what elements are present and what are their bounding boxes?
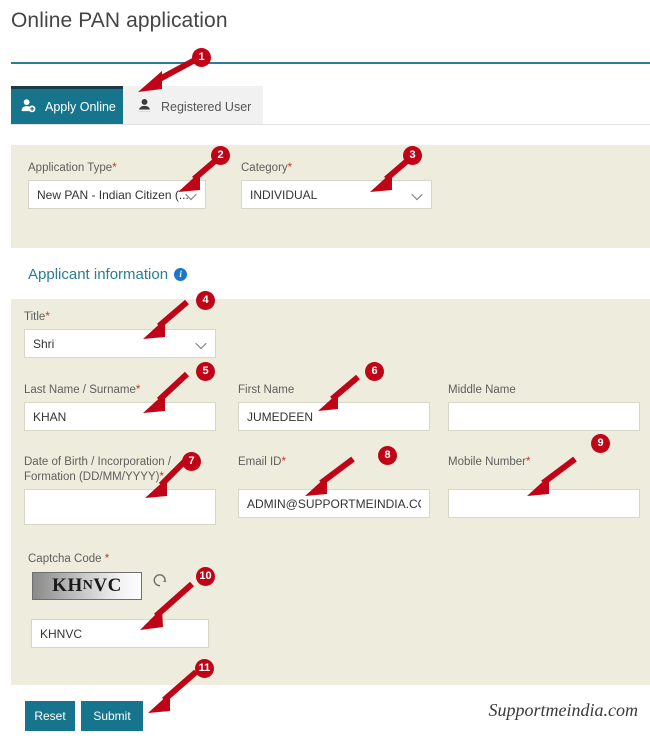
callout-badge-8: 8 — [378, 446, 397, 465]
captcha-label: Captcha Code * — [28, 553, 110, 565]
last-name-value: KHAN — [33, 409, 67, 424]
callout-badge-11: 11 — [195, 659, 214, 678]
tab-registered-user-label: Registered User — [161, 99, 252, 114]
header-divider — [11, 62, 650, 64]
callout-badge-7: 7 — [182, 452, 201, 471]
callout-badge-2: 2 — [211, 146, 230, 165]
field-middle-name-label: Middle Name — [448, 384, 516, 396]
tab-apply-online[interactable]: Apply Online — [11, 86, 123, 124]
watermark: Supportmeindia.com — [488, 700, 638, 720]
callout-arrow-4 — [125, 298, 205, 346]
page-title: Online PAN application — [11, 9, 228, 32]
captcha-image-text-part2: N — [82, 578, 94, 593]
title-value: Shri — [33, 336, 55, 351]
tab-underline — [11, 124, 650, 125]
callout-badge-10: 10 — [196, 567, 215, 586]
tab-bar: Apply Online Registered User — [11, 86, 650, 124]
field-middle-name: Middle Name — [448, 383, 640, 431]
callout-arrow-8 — [285, 455, 375, 503]
callout-badge-1: 1 — [192, 48, 211, 67]
captcha-input-value: KHNVC — [40, 626, 83, 641]
middle-name-input[interactable] — [448, 402, 640, 431]
captcha-image-text-part1: KH — [52, 575, 83, 596]
callout-badge-9: 9 — [591, 434, 610, 453]
tab-bar-filler — [263, 86, 650, 124]
user-add-icon — [21, 98, 36, 116]
callout-arrow-5 — [125, 370, 205, 418]
captcha-image-text-part3: VC — [93, 575, 122, 596]
callout-badge-6: 6 — [365, 362, 384, 381]
tab-apply-online-label: Apply Online — [45, 99, 116, 114]
applicant-information-heading: Applicant information i — [28, 266, 188, 283]
pan-application-page: Online PAN application Apply Online Regi… — [0, 0, 650, 743]
callout-badge-4: 4 — [196, 291, 215, 310]
callout-badge-3: 3 — [403, 146, 422, 165]
reset-button[interactable]: Reset — [25, 701, 75, 731]
callout-badge-5: 5 — [196, 362, 215, 381]
callout-arrow-9 — [505, 455, 595, 503]
applicant-information-heading-label: Applicant information — [28, 266, 169, 283]
info-icon[interactable]: i — [174, 268, 188, 281]
callout-arrow-6 — [300, 373, 380, 421]
callout-arrow-10 — [120, 580, 210, 635]
user-icon — [137, 98, 152, 116]
category-value: INDIVIDUAL — [250, 187, 318, 202]
